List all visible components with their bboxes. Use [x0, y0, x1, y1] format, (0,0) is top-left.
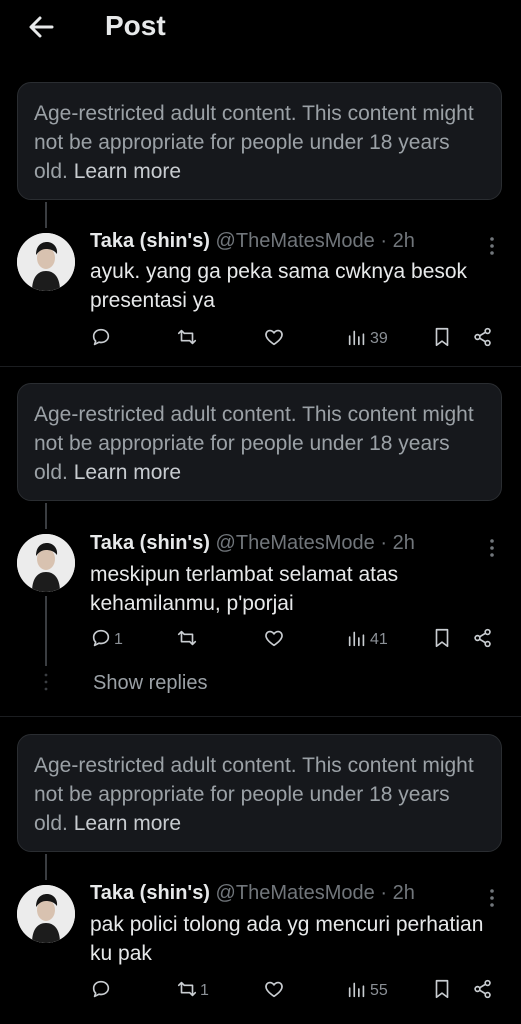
thread-line [45, 202, 47, 228]
age-restricted-notice: Age-restricted adult content. This conte… [17, 734, 502, 852]
author-name[interactable]: Taka (shin's) [90, 230, 210, 252]
repost-count: 1 [200, 982, 209, 999]
author-handle[interactable]: @TheMatesMode · 2h [216, 532, 415, 554]
avatar[interactable] [17, 233, 75, 291]
post-text: pak polici tolong ada yg mencuri perhati… [90, 913, 484, 965]
author-name[interactable]: Taka (shin's) [90, 532, 210, 554]
reply-button[interactable]: 1 [90, 627, 123, 653]
share-icon [472, 627, 494, 654]
learn-more-link[interactable]: Learn more [74, 812, 181, 835]
views-icon [346, 627, 368, 654]
like-icon [263, 326, 285, 353]
post-actions: 39 [0, 326, 521, 356]
author-handle[interactable]: @TheMatesMode · 2h [216, 230, 415, 252]
back-arrow-icon[interactable] [26, 12, 56, 42]
thread-line [45, 854, 47, 880]
post-meta: Taka (shin's) @TheMatesMode · 2h [90, 532, 415, 555]
share-icon [472, 978, 494, 1005]
views-button[interactable]: 55 [346, 978, 388, 1004]
like-icon [263, 978, 285, 1005]
post-actions: 1 55 [0, 978, 521, 1008]
post-meta: Taka (shin's) @TheMatesMode · 2h [90, 230, 415, 253]
share-icon [472, 326, 494, 353]
learn-more-link[interactable]: Learn more [74, 461, 181, 484]
share-button[interactable] [472, 978, 494, 1004]
avatar[interactable] [17, 885, 75, 943]
learn-more-link[interactable]: Learn more [74, 160, 181, 183]
author-name[interactable]: Taka (shin's) [90, 882, 210, 904]
repost-button[interactable] [176, 627, 200, 653]
views-count: 55 [370, 982, 388, 999]
bookmark-icon [431, 326, 453, 353]
views-icon [346, 978, 368, 1005]
post-text: meskipun terlambat selamat atas kehamila… [90, 563, 399, 615]
views-button[interactable]: 41 [346, 627, 388, 653]
repost-icon [176, 627, 198, 654]
reply-button[interactable] [90, 978, 114, 1004]
repost-button[interactable] [176, 326, 200, 352]
post-text: ayuk. yang ga peka sama cwknya besok pre… [90, 260, 468, 312]
bookmark-button[interactable] [431, 978, 453, 1004]
bookmark-icon [431, 627, 453, 654]
repost-button[interactable]: 1 [176, 978, 209, 1004]
share-button[interactable] [472, 627, 494, 653]
author-handle[interactable]: @TheMatesMode · 2h [216, 882, 415, 904]
reply-icon [90, 326, 112, 353]
like-button[interactable] [263, 326, 285, 352]
bookmark-button[interactable] [431, 326, 453, 352]
age-restricted-notice: Age-restricted adult content. This conte… [17, 82, 502, 200]
divider [0, 716, 521, 717]
reply-icon [90, 627, 112, 654]
repost-icon [176, 326, 198, 353]
repost-icon [176, 978, 198, 1005]
page-title: Post [105, 10, 166, 41]
reply-icon [90, 978, 112, 1005]
share-button[interactable] [472, 326, 494, 352]
more-vertical-icon[interactable] [484, 886, 500, 910]
views-icon [346, 326, 368, 353]
more-vertical-icon[interactable] [484, 234, 500, 258]
views-count: 39 [370, 330, 388, 347]
show-replies-link[interactable]: Show replies [93, 672, 208, 695]
post-meta: Taka (shin's) @TheMatesMode · 2h [90, 882, 415, 905]
like-icon [263, 627, 285, 654]
views-button[interactable]: 39 [346, 326, 388, 352]
more-vertical-icon[interactable] [484, 536, 500, 560]
thread-line [45, 503, 47, 529]
reply-button[interactable] [90, 326, 114, 352]
avatar[interactable] [17, 534, 75, 592]
bookmark-icon [431, 978, 453, 1005]
post-actions: 1 41 [0, 627, 521, 657]
reply-count: 1 [114, 631, 123, 648]
divider [0, 366, 521, 367]
views-count: 41 [370, 631, 388, 648]
like-button[interactable] [263, 978, 285, 1004]
bookmark-button[interactable] [431, 627, 453, 653]
like-button[interactable] [263, 627, 285, 653]
age-restricted-notice: Age-restricted adult content. This conte… [17, 383, 502, 501]
top-bar: Post [0, 0, 521, 56]
thread-continuation-dots [43, 672, 49, 692]
